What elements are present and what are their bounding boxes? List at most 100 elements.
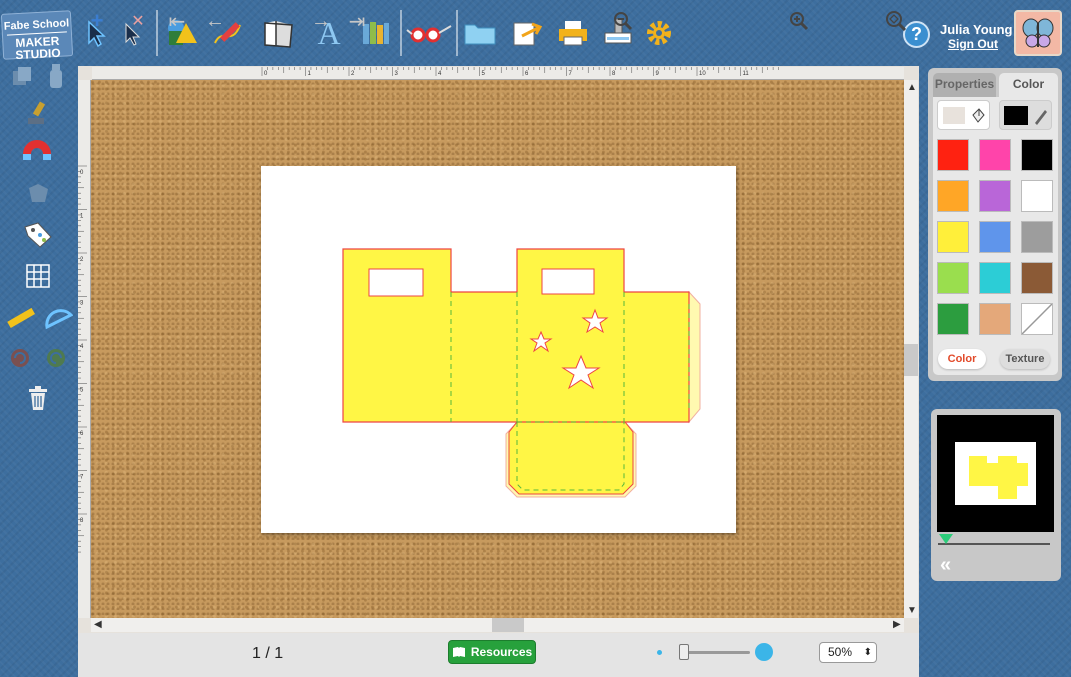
next-page-icon[interactable]: →	[310, 8, 332, 34]
tag-icon[interactable]	[20, 218, 56, 250]
tab-properties[interactable]: Properties	[933, 73, 996, 97]
app-logo: Fabe School MAKER STUDIO	[0, 10, 74, 62]
ruler-label: 7	[569, 71, 573, 77]
tab-color[interactable]: Color	[999, 73, 1058, 97]
stroke-color-well[interactable]	[999, 100, 1052, 130]
color-swatch[interactable]	[979, 221, 1011, 253]
color-swatch[interactable]	[937, 180, 969, 212]
prev-page-icon[interactable]: ←	[204, 8, 226, 34]
3d-glasses-icon[interactable]	[404, 14, 454, 52]
butterfly-icon	[1022, 18, 1054, 48]
export-icon[interactable]	[509, 14, 545, 52]
color-swatch[interactable]	[979, 262, 1011, 294]
color-swatch[interactable]	[1021, 262, 1053, 294]
color-swatch[interactable]	[937, 221, 969, 253]
first-page-icon[interactable]: ⇤	[166, 8, 188, 34]
zoom-in-icon[interactable]	[787, 8, 811, 34]
scroll-right-icon[interactable]: ▶	[893, 619, 901, 630]
ruler-label: 9	[656, 71, 660, 77]
user-name: Julia Young	[940, 22, 1013, 37]
ruler-label: 4	[80, 344, 84, 350]
navigator-slider[interactable]	[938, 543, 1050, 545]
resources-label: Resources	[470, 645, 533, 659]
last-page-icon[interactable]: ⇥	[346, 8, 368, 34]
paper-fold-icon[interactable]	[261, 14, 297, 52]
collapse-panel-icon[interactable]: «	[940, 554, 951, 577]
ruler-label: 3	[80, 301, 84, 307]
ruler-label: 11	[743, 71, 750, 77]
color-swatch[interactable]	[937, 262, 969, 294]
page-indicator: 1 / 1	[252, 645, 284, 662]
scroll-left-icon[interactable]: ◀	[94, 619, 102, 630]
color-swatch[interactable]	[1021, 221, 1053, 253]
avatar[interactable]	[1014, 10, 1062, 56]
zoom-out-icon[interactable]	[611, 8, 635, 34]
navigator-marker-icon	[939, 534, 953, 544]
trash-icon[interactable]	[20, 382, 56, 414]
ruler-label: 2	[80, 257, 84, 263]
paper-page[interactable]	[261, 166, 736, 533]
ruler-label: 2	[351, 71, 355, 77]
fill-color-chip	[943, 107, 965, 124]
redo-icon[interactable]	[38, 342, 74, 374]
fill-icon[interactable]	[20, 178, 56, 210]
fill-color-well[interactable]	[937, 100, 990, 130]
toolbar-divider	[456, 10, 458, 56]
ruler-label: 5	[80, 388, 84, 394]
scroll-down-icon[interactable]: ▼	[907, 605, 917, 616]
scroll-up-icon[interactable]: ▲	[907, 82, 917, 93]
sign-out-link[interactable]: Sign Out	[948, 37, 998, 51]
ruler-label: 1	[308, 71, 312, 77]
stepper-arrows-icon: ⬍	[863, 647, 872, 658]
zoom-slider-handle[interactable]	[678, 644, 689, 660]
texture-mode-button[interactable]: Texture	[1000, 349, 1050, 369]
folder-icon[interactable]	[462, 14, 498, 52]
copy-icon[interactable]	[4, 60, 40, 92]
color-mode-button[interactable]: Color	[938, 349, 986, 369]
color-swatch[interactable]	[1021, 180, 1053, 212]
magnet-icon[interactable]	[20, 138, 56, 170]
horizontal-scroll-thumb[interactable]	[492, 618, 524, 632]
zoom-select[interactable]: 50% ⬍	[819, 642, 877, 663]
color-swatch[interactable]	[937, 139, 969, 171]
protractor-icon[interactable]	[40, 302, 76, 334]
resources-button[interactable]: Resources	[448, 640, 536, 664]
ruler-top-ticks: 0 1 2 3 4 5 6 7 8 9 10 11	[261, 67, 779, 77]
zoom-min-dot	[657, 650, 662, 655]
ruler-top: 0 1 2 3 4 5 6 7 8 9 10 11	[92, 67, 904, 80]
vertical-scroll-thumb[interactable]	[904, 344, 918, 376]
ruler-icon[interactable]	[2, 302, 38, 334]
toolbar-divider	[400, 10, 402, 56]
swatch-none[interactable]	[1021, 303, 1053, 335]
logo-text-line1: Fabe School	[3, 17, 70, 33]
ruler-label: 0	[264, 71, 268, 77]
toolbar-divider	[156, 10, 158, 56]
box-template-design[interactable]	[261, 166, 736, 533]
ruler-label: 4	[438, 71, 442, 77]
ruler-label: 8	[612, 71, 616, 77]
color-swatch[interactable]	[1021, 139, 1053, 171]
zoom-fit-icon[interactable]	[884, 8, 908, 34]
undo-icon[interactable]	[2, 342, 38, 374]
navigator-paper-thumbnail	[955, 442, 1036, 505]
book-icon	[452, 647, 465, 657]
color-swatch[interactable]	[979, 139, 1011, 171]
ruler-label: 3	[395, 71, 399, 77]
grid-icon[interactable]	[20, 260, 56, 292]
zoom-slider-track[interactable]	[680, 651, 750, 654]
color-swatch[interactable]	[979, 303, 1011, 335]
stamp-icon[interactable]	[20, 98, 56, 130]
stroke-color-chip	[1004, 106, 1028, 125]
glue-icon[interactable]	[38, 60, 74, 92]
delete-page-icon[interactable]: ✕	[128, 8, 148, 34]
add-page-icon[interactable]: +	[86, 8, 108, 34]
printer-icon[interactable]	[555, 14, 591, 52]
color-swatch[interactable]	[937, 303, 969, 335]
pen-icon	[1035, 110, 1047, 125]
zoom-max-dot	[755, 643, 773, 661]
ruler-label: 0	[80, 170, 84, 176]
color-swatch[interactable]	[979, 180, 1011, 212]
ruler-left-ticks: 0 1 2 3 4 5 6 7 8	[78, 165, 87, 553]
ruler-label: 6	[80, 431, 84, 437]
gear-icon[interactable]	[641, 14, 677, 52]
